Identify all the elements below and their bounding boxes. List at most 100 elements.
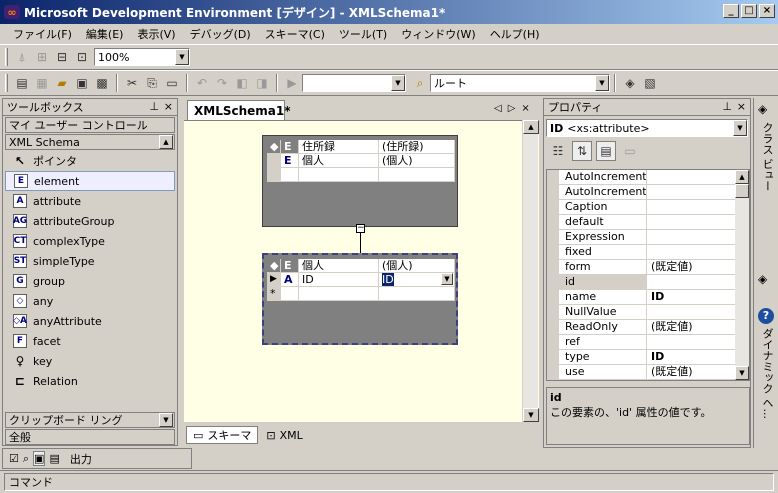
save-all-icon[interactable]: ▩ <box>92 73 112 93</box>
toolbox-item[interactable]: ⊏ Relation <box>3 371 177 391</box>
property-value[interactable]: ID <box>647 290 735 304</box>
grid-header-name[interactable]: 住所録 <box>299 140 379 153</box>
toolbox-category-general[interactable]: 全般 <box>5 429 175 445</box>
scroll-down-icon[interactable]: ▼ <box>523 408 539 422</box>
new-project-icon[interactable]: ▤ <box>12 73 32 93</box>
chevron-down-icon[interactable]: ▼ <box>441 273 453 285</box>
menu-view[interactable]: 表示(V) <box>130 24 182 44</box>
grid-header-value[interactable]: (住所録) <box>379 140 455 153</box>
task-list-icon[interactable]: ☑ <box>9 452 19 465</box>
toolbox-strip-icon[interactable]: ◈ <box>758 272 774 288</box>
chevron-down-icon[interactable]: ▼ <box>595 75 609 91</box>
root-combo[interactable]: ルート ▼ <box>430 74 610 92</box>
categorized-icon[interactable]: ☷ <box>548 141 568 161</box>
output-icon[interactable]: ▤ <box>49 452 59 465</box>
property-row[interactable]: AutoIncrementSt <box>559 185 735 200</box>
toolbox-item[interactable]: ◇ any <box>3 291 177 311</box>
property-row[interactable]: ReadOnly (既定値) <box>559 320 735 335</box>
layout-icon[interactable]: ⊞ <box>32 47 52 67</box>
property-row[interactable]: name ID <box>559 290 735 305</box>
maximize-button[interactable]: □ <box>741 4 757 18</box>
close-icon[interactable]: × <box>737 100 746 113</box>
solution-explorer-icon[interactable]: ◈ <box>620 73 640 93</box>
property-value[interactable] <box>647 230 735 244</box>
scroll-down-icon[interactable]: ▼ <box>735 366 749 380</box>
chevron-down-icon[interactable]: ▼ <box>175 49 189 65</box>
scroll-thumb[interactable] <box>735 184 749 198</box>
toolbox-item[interactable]: AG attributeGroup <box>3 211 177 231</box>
property-row[interactable]: use (既定値) <box>559 365 735 380</box>
menu-help[interactable]: ヘルプ(H) <box>483 24 547 44</box>
property-value[interactable] <box>647 185 735 199</box>
menu-schema[interactable]: スキーマ(C) <box>258 24 332 44</box>
menu-tools[interactable]: ツール(T) <box>332 24 394 44</box>
property-row[interactable]: fixed <box>559 245 735 260</box>
property-row[interactable]: NullValue <box>559 305 735 320</box>
property-row[interactable]: Expression <box>559 230 735 245</box>
grid-header-name[interactable]: 個人 <box>299 259 379 272</box>
grid-header-value[interactable]: (個人) <box>379 259 455 272</box>
chevron-down-icon[interactable]: ▼ <box>733 120 747 136</box>
toolbox-item[interactable]: Eelement <box>5 171 175 191</box>
class-view-icon[interactable]: ◈ <box>758 102 774 118</box>
property-value[interactable]: (既定値) <box>647 365 735 379</box>
tab-prev-icon[interactable]: ◁ <box>494 103 502 114</box>
scroll-down-icon[interactable]: ▼ <box>159 413 173 427</box>
close-icon[interactable]: × <box>521 103 529 114</box>
cut-icon[interactable]: ✂ <box>122 73 142 93</box>
property-row[interactable]: id <box>559 275 735 290</box>
table-row[interactable]: E 個人 (個人) <box>267 154 455 168</box>
events-icon[interactable]: ▭ <box>620 141 640 161</box>
properties-icon[interactable]: ▧ <box>640 73 660 93</box>
dynamic-help-tab[interactable]: ダイナミック ヘ... <box>759 328 775 419</box>
property-value[interactable]: (既定値) <box>647 320 735 334</box>
pin-icon[interactable]: ⊥ <box>722 100 732 113</box>
property-value[interactable] <box>647 200 735 214</box>
property-value[interactable]: (既定値) <box>647 260 735 274</box>
property-row[interactable]: form (既定値) <box>559 260 735 275</box>
config-combo[interactable]: ▼ <box>302 74 406 92</box>
output-tab[interactable]: 出力 <box>70 451 92 467</box>
collapse-icon[interactable]: − <box>356 224 365 233</box>
property-row[interactable]: Caption <box>559 200 735 215</box>
open-icon[interactable]: ▰ <box>52 73 72 93</box>
toolbox-category-clipboard[interactable]: クリップボード リング ▼ <box>5 412 175 428</box>
menu-file[interactable]: ファイル(F) <box>6 24 79 44</box>
object-selector[interactable]: ID <xs:attribute> ▼ <box>546 119 748 137</box>
toolbox-item[interactable]: Ffacet <box>3 331 177 351</box>
scroll-up-icon[interactable]: ▲ <box>523 120 539 134</box>
tab-next-icon[interactable]: ▷ <box>508 103 516 114</box>
zoom-combo[interactable]: 100% ▼ <box>94 48 190 66</box>
toolbox-item[interactable]: ST simpleType <box>3 251 177 271</box>
arrange-icon[interactable]: ⊟ <box>52 47 72 67</box>
toolbox-item[interactable]: ◇A anyAttribute <box>3 311 177 331</box>
close-icon[interactable]: × <box>164 100 173 113</box>
zoom-icon[interactable]: ⊡ <box>72 47 92 67</box>
menu-debug[interactable]: デバッグ(D) <box>183 24 258 44</box>
find-icon[interactable]: ⌕ <box>410 73 430 93</box>
toolbox-item[interactable]: CT complexType <box>3 231 177 251</box>
save-icon[interactable]: ▣ <box>72 73 92 93</box>
table-row-new[interactable]: * <box>267 287 455 301</box>
add-item-icon[interactable]: ▦ <box>32 73 52 93</box>
menu-window[interactable]: ウィンドウ(W) <box>394 24 482 44</box>
toolbox-item[interactable]: ↖ ポインタ <box>3 151 177 171</box>
paste-icon[interactable]: ▭ <box>162 73 182 93</box>
minimize-button[interactable]: _ <box>723 4 739 18</box>
tab-xml[interactable]: ⊡ XML <box>260 426 308 444</box>
toolbox-item[interactable]: ♀ key <box>3 351 177 371</box>
tab-xmlschema1[interactable]: XMLSchema1* <box>187 100 291 120</box>
property-value[interactable] <box>647 305 735 319</box>
toolbox-category-user-controls[interactable]: マイ ユーザー コントロール <box>5 117 175 133</box>
menu-edit[interactable]: 編集(E) <box>79 24 131 44</box>
element-grid-kojin[interactable]: ◆ E 個人 (個人) ▶ A ID ID ▼ * <box>262 253 458 345</box>
copy-icon[interactable]: ⎘ <box>142 73 162 93</box>
nav-forward-icon[interactable]: ◨ <box>252 73 272 93</box>
property-value[interactable] <box>647 215 735 229</box>
start-icon[interactable]: ▶ <box>282 73 302 93</box>
command-window-icon[interactable]: ▣ <box>33 451 46 466</box>
property-value[interactable] <box>647 170 735 184</box>
scroll-up-icon[interactable]: ▲ <box>735 170 749 184</box>
undo-icon[interactable]: ↶ <box>192 73 212 93</box>
find-results-icon[interactable]: ⌕ <box>23 452 29 466</box>
